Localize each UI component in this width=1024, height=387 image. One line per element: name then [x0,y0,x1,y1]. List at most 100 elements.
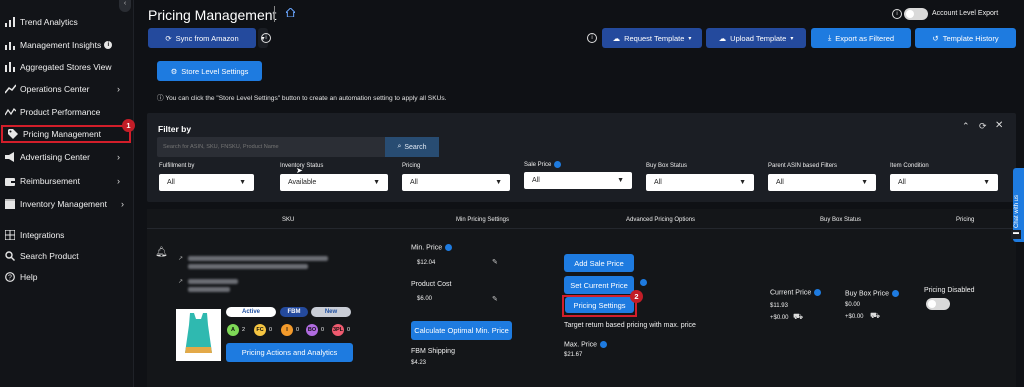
parent-asin-select[interactable]: All ▼ [768,174,876,191]
pricing-toggle[interactable] [926,298,950,310]
info-icon[interactable] [600,341,608,348]
store-level-settings-button[interactable]: ⚙ Store Level Settings [157,61,262,81]
cloud-download-icon: ☁ [612,33,621,43]
info-icon[interactable] [814,289,822,296]
pricing-select[interactable]: All ▼ [402,174,510,191]
edit-icon[interactable]: ✎ [492,258,498,266]
collapse-sidebar-button[interactable]: ‹ [119,0,131,12]
asin-redacted [188,287,230,292]
box-icon [4,198,16,210]
chat-icon[interactable]: ▬ [1011,230,1021,239]
coin-i-count: 0 [296,327,300,333]
product-image [176,309,221,361]
info-icon[interactable] [445,244,453,251]
column-header-min-pricing: Min Pricing Settings [456,217,510,223]
sidebar-item-product-performance[interactable]: Product Performance [0,103,134,121]
info-icon[interactable]: i [587,33,597,43]
current-price-label: Current Price [770,289,822,296]
info-icon[interactable] [891,290,899,297]
upload-template-label: Upload Template [730,33,787,43]
item-condition-select[interactable]: All ▼ [890,174,998,191]
edit-icon[interactable]: ✎ [492,295,498,303]
sidebar-item-label: Reimbursement [20,176,80,186]
account-level-export-toggle[interactable] [904,8,928,20]
sidebar-item-trend-analytics[interactable]: Trend Analytics [0,13,134,31]
column-header-advanced-pricing: Advanced Pricing Options [626,217,696,223]
notice-text: ⓘ You can click the "Store Level Setting… [157,92,447,102]
condition-pill-new: New [311,307,351,317]
notice-label: You can click the "Store Level Settings"… [165,95,447,102]
template-history-button[interactable]: ↺ Template History [915,28,1016,48]
bell-icon[interactable]: 🔔︎ [155,247,168,258]
sync-from-amazon-button[interactable]: ⟳ Sync from Amazon [148,28,256,48]
refresh-icon[interactable]: ⟳ [979,121,987,132]
history-icon: ↺ [932,33,939,43]
coin-a-count: 2 [242,327,246,333]
search-input[interactable] [157,137,385,157]
home-icon[interactable] [284,7,297,19]
external-link-icon[interactable]: ↗ [178,255,183,262]
info-icon[interactable] [554,161,562,168]
sidebar-item-inventory-management[interactable]: Inventory Management › [0,195,134,213]
sidebar-item-operations-center[interactable]: Operations Center › [0,80,134,98]
chevron-right-icon: › [121,199,124,209]
info-icon[interactable]: i [261,33,271,43]
sync-label: Sync from Amazon [175,33,239,43]
cloud-upload-icon: ☁ [718,33,727,43]
info-icon[interactable]: i [892,9,902,19]
max-price-label: Max. Price [564,341,608,348]
sidebar: ‹ Trend Analytics Management Insights i … [0,0,135,387]
sidebar-item-search-product[interactable]: Search Product [0,247,134,265]
sidebar-item-pricing-management[interactable]: Pricing Management [1,125,131,143]
help-icon: ? [4,271,16,283]
search-button[interactable]: ⌕ Search [385,137,439,157]
add-sale-price-button[interactable]: Add Sale Price [564,254,634,272]
upload-template-button[interactable]: ☁ Upload Template ▾ [706,28,806,48]
coin-bo: BO [306,324,318,336]
export-filtered-button[interactable]: ⤓ Export as Filtered [811,28,911,48]
pricing-settings-button[interactable]: Pricing Settings [565,297,634,313]
inventory-status-select[interactable]: Available ▼ [280,174,388,191]
calculate-min-price-button[interactable]: Calculate Optimal Min. Price [411,321,512,340]
coin-fc-count: 0 [269,327,273,333]
gear-icon: ⚙ [170,66,178,76]
coin-3pl-count: 0 [347,327,351,333]
target-pricing-text: Target return based pricing with max. pr… [564,322,696,329]
pricing-disabled-label: Pricing Disabled [924,287,975,294]
pricing-actions-button[interactable]: Pricing Actions and Analytics [226,343,353,362]
info-icon[interactable] [640,279,647,286]
sidebar-item-integrations[interactable]: Integrations [0,226,134,244]
sidebar-item-label: Pricing Management [23,129,101,139]
chevron-down-icon: ▼ [739,179,746,186]
search-icon [4,250,16,262]
sidebar-item-reimbursement[interactable]: Reimbursement › [0,172,134,190]
fulfillment-select[interactable]: All ▼ [159,174,254,191]
coin-fc: FC [254,324,266,336]
set-current-price-button[interactable]: Set Current Price [564,276,634,294]
buy-box-status-select[interactable]: All ▼ [646,174,754,191]
filter-label-parent-asin: Parent ASIN based Filters [768,163,838,169]
sidebar-item-aggregated-stores[interactable]: Aggregated Stores View [0,58,134,76]
chevron-down-icon: ▼ [239,179,246,186]
collapse-filter-icon[interactable]: ⌃ [962,121,970,132]
external-link-icon[interactable]: ↗ [178,278,183,285]
svg-text:?: ? [8,275,12,282]
sidebar-item-label: Inventory Management [20,199,107,209]
sidebar-item-label: Aggregated Stores View [20,62,112,72]
sidebar-item-management-insights[interactable]: Management Insights i [0,36,134,54]
store-level-settings-label: Store Level Settings [181,66,249,76]
grid-icon [4,229,16,241]
coin-3pl: 3PL [332,324,344,336]
title-divider [274,6,275,22]
close-icon[interactable]: ✕ [995,120,1003,131]
chevron-down-icon: ▾ [790,35,794,42]
sync-icon: ⟳ [165,33,172,43]
sale-price-select[interactable]: All ▼ [524,172,632,189]
filter-label-buy-box: Buy Box Status [646,163,688,169]
sidebar-item-advertising-center[interactable]: Advertising Center › [0,148,134,166]
info-icon[interactable]: i [104,41,113,49]
filter-label-item-condition: Item Condition [890,163,929,169]
search-button-label: Search [404,143,427,151]
request-template-button[interactable]: ☁ Request Template ▾ [602,28,702,48]
sidebar-item-help[interactable]: ? Help [0,268,134,286]
